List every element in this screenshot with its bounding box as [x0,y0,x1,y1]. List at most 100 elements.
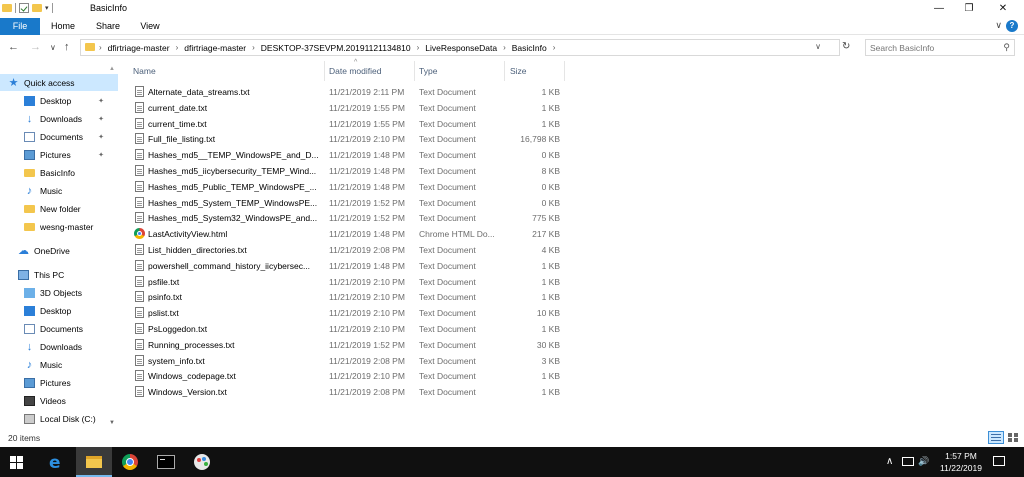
up-arrow-icon[interactable]: ↑ [64,41,70,53]
taskbar-command-prompt[interactable] [148,447,184,477]
table-row[interactable]: Alternate_data_streams.txt 11/21/2019 2:1… [128,84,568,100]
column-header-size[interactable]: Size [510,59,527,83]
recent-locations-icon[interactable]: ∨ [50,43,56,52]
breadcrumb-separator[interactable]: › [553,43,556,53]
scroll-down-icon[interactable]: ▼ [109,420,115,426]
nav-item-music[interactable]: ♪ Music [0,356,118,373]
taskbar-paint[interactable] [184,447,220,477]
tray-chevron-icon[interactable]: ∧ [886,456,893,467]
nav-item-downloads[interactable]: ↓ Downloads ✦ [0,110,118,127]
close-button[interactable]: ✕ [988,0,1018,18]
maximize-button[interactable]: ❐ [954,0,984,18]
customize-toolbar-icon[interactable]: ▾ [45,4,49,12]
breadcrumb-separator[interactable]: › [176,43,179,53]
start-button[interactable] [10,456,24,469]
back-arrow-icon[interactable]: ← [8,41,19,53]
table-row[interactable]: pslist.txt 11/21/2019 2:10 PM Text Documen… [128,305,568,321]
help-icon[interactable]: ? [1006,20,1018,32]
nav-item-documents[interactable]: Documents ✦ [0,128,118,145]
nav-quick-access[interactable]: ★ Quick access [0,74,118,91]
nav-item-new-folder[interactable]: New folder [0,200,118,217]
breadcrumb-item[interactable]: dfirtriage-master [184,43,246,53]
search-input[interactable] [866,40,996,55]
nav-item-documents[interactable]: Documents [0,320,118,337]
search-icon[interactable]: ⚲ [1003,42,1010,53]
nav-item-3d-objects[interactable]: 3D Objects [0,284,118,301]
breadcrumb-item[interactable]: BasicInfo [512,43,547,53]
taskbar-edge[interactable]: e [38,447,74,477]
column-header-type[interactable]: Type [419,59,437,83]
pin-icon[interactable]: ✦ [98,151,104,159]
table-row[interactable]: Hashes_md5_System_TEMP_WindowsPE... 11/21… [128,195,568,211]
taskbar-chrome[interactable] [112,447,148,477]
nav-this-pc[interactable]: This PC [0,266,118,283]
column-header-name[interactable]: Name [133,59,156,83]
breadcrumb-separator[interactable]: › [417,43,420,53]
file-name: powershell_command_history_iicybersec... [148,260,311,271]
nav-item-local-disk[interactable]: Local Disk (C:) [0,410,118,427]
clock[interactable]: 1:57 PM 11/22/2019 [936,450,986,474]
search-box[interactable]: ⚲ [865,39,1015,56]
breadcrumb-item[interactable]: DESKTOP-37SEVPM.20191121134810 [261,43,411,53]
address-bar[interactable]: › dfirtriage-master › dfirtriage-master … [80,39,840,56]
tab-home[interactable]: Home [46,18,80,35]
properties-icon[interactable] [19,3,29,13]
forward-arrow-icon[interactable]: → [30,41,41,53]
nav-item-pictures[interactable]: Pictures [0,374,118,391]
table-row[interactable]: Running_processes.txt 11/21/2019 1:52 PM T… [128,337,568,353]
table-row[interactable]: Hashes_md5_iicybersecurity_TEMP_Wind... 1… [128,163,568,179]
details-view-button[interactable] [988,431,1004,444]
network-icon[interactable] [902,457,914,466]
taskbar-file-explorer[interactable] [76,447,112,477]
table-row[interactable]: powershell_command_history_iicybersec...… [128,258,568,274]
nav-item-videos[interactable]: Videos [0,392,118,409]
table-row[interactable]: Windows_codepage.txt 11/21/2019 2:10 PM Te… [128,368,568,384]
nav-item-wesng-master[interactable]: wesng-master [0,218,118,235]
column-header-date[interactable]: Date modified [329,59,381,83]
large-icons-view-button[interactable] [1007,432,1019,443]
scroll-up-icon[interactable]: ▲ [109,66,115,72]
notifications-icon[interactable] [993,456,1005,466]
column-divider[interactable] [504,61,505,81]
tab-share[interactable]: Share [90,18,126,35]
column-divider[interactable] [564,61,565,81]
pin-icon[interactable]: ✦ [98,115,104,123]
nav-item-basicinfo[interactable]: BasicInfo [0,164,118,181]
address-dropdown-icon[interactable]: ∨ [815,42,821,51]
refresh-icon[interactable]: ↻ [842,41,850,52]
table-row[interactable]: Hashes_md5_Public_TEMP_WindowsPE_... 11/2… [128,179,568,195]
breadcrumb-item[interactable]: dfirtriage-master [108,43,170,53]
new-folder-icon[interactable] [32,4,42,12]
volume-icon[interactable]: 🔊 [918,456,929,467]
table-row[interactable]: current_date.txt 11/21/2019 1:55 PM Text D… [128,100,568,116]
table-row[interactable]: LastActivityView.html 11/21/2019 1:48 PM C… [128,226,568,242]
table-row[interactable]: current_time.txt 11/21/2019 1:55 PM Text D… [128,116,568,132]
table-row[interactable]: psinfo.txt 11/21/2019 2:10 PM Text Documen… [128,289,568,305]
pin-icon[interactable]: ✦ [98,97,104,105]
breadcrumb-separator[interactable]: › [252,43,255,53]
tab-file[interactable]: File [0,18,40,35]
table-row[interactable]: psfile.txt 11/21/2019 2:10 PM Text Documen… [128,274,568,290]
nav-onedrive[interactable]: ☁ OneDrive [0,242,118,259]
table-row[interactable]: Full_file_listing.txt 11/21/2019 2:10 PM T… [128,131,568,147]
table-row[interactable]: system_info.txt 11/21/2019 2:08 PM Text Do… [128,353,568,369]
table-row[interactable]: Hashes_md5_System32_WindowsPE_and... 11/2… [128,210,568,226]
table-row[interactable]: Hashes_md5__TEMP_WindowsPE_and_D... 11/21… [128,147,568,163]
nav-item-desktop[interactable]: Desktop ✦ [0,92,118,109]
nav-item-downloads[interactable]: ↓ Downloads [0,338,118,355]
column-divider[interactable] [324,61,325,81]
nav-item-pictures[interactable]: Pictures ✦ [0,146,118,163]
table-row[interactable]: List_hidden_directories.txt 11/21/2019 2:… [128,242,568,258]
breadcrumb-item[interactable]: LiveResponseData [425,43,497,53]
file-date-modified: 11/21/2019 1:55 PM [329,102,405,113]
table-row[interactable]: Windows_Version.txt 11/21/2019 2:08 PM Tex… [128,384,568,400]
nav-item-music[interactable]: ♪ Music [0,182,118,199]
breadcrumb-separator[interactable]: › [503,43,506,53]
table-row[interactable]: PsLoggedon.txt 11/21/2019 2:10 PM Text Doc… [128,321,568,337]
minimize-button[interactable]: — [924,0,954,18]
column-divider[interactable] [414,61,415,81]
pin-icon[interactable]: ✦ [98,133,104,141]
expand-ribbon-icon[interactable]: ∨ [995,20,1002,31]
nav-item-desktop[interactable]: Desktop [0,302,118,319]
tab-view[interactable]: View [134,18,166,35]
